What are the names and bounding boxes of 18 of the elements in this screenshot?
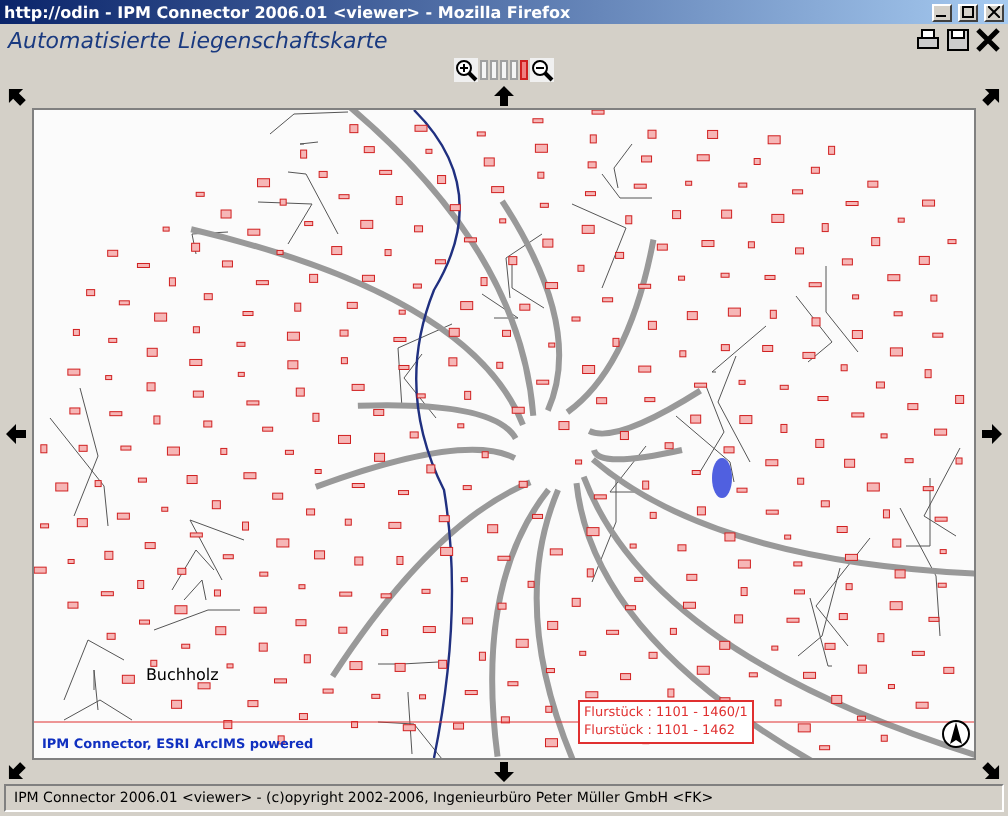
maximize-button[interactable] <box>958 3 978 21</box>
save-icon[interactable] <box>946 28 970 52</box>
maximize-icon <box>962 6 974 18</box>
pan-arrow-icon[interactable] <box>494 762 514 782</box>
place-label: Buchholz <box>145 666 219 684</box>
map-drawing[interactable] <box>33 110 975 758</box>
close-button[interactable] <box>984 3 1004 21</box>
print-icon[interactable] <box>916 28 940 52</box>
app-title: Automatisierte Liegenschaftskarte <box>8 27 390 53</box>
close-icon <box>988 6 1000 18</box>
window-title: http://odin - IPM Connector 2006.01 <viewer> - Mozilla Firefox <box>4 3 573 21</box>
pan-arrow-icon[interactable] <box>982 424 1003 444</box>
pan-arrow-icon[interactable] <box>5 424 26 444</box>
pan-arrow-icon[interactable] <box>494 86 514 106</box>
zoom-in-icon[interactable] <box>454 58 478 82</box>
minimize-button[interactable] <box>932 3 952 21</box>
zoom-out-icon[interactable] <box>530 58 554 82</box>
close-icon[interactable] <box>976 28 1000 52</box>
